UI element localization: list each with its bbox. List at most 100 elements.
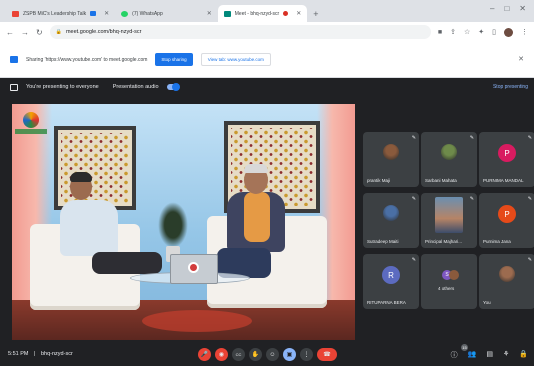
url-text: meet.google.com/bhq-nzyd-scr (65, 29, 142, 35)
meeting-control-bar: 5:51 PM | bhq-nzyd-scr 🎤 ◉ CC ✋ ☺ ▣ ⋮ ☎ 15 ⓘ 👥 … (0, 344, 534, 366)
participant-avatar: P (498, 205, 516, 223)
whatsapp-favicon-icon (121, 10, 129, 17)
participant-name: RITUPARNA BERA (367, 300, 406, 305)
close-window-button[interactable]: ✕ (519, 4, 526, 13)
meet-favicon-icon (223, 10, 231, 17)
close-tab-icon[interactable]: ✕ (296, 10, 301, 17)
youtube-favicon-icon (12, 10, 19, 17)
pin-icon[interactable]: ✎ (412, 135, 416, 141)
close-tab-icon[interactable]: ✕ (104, 10, 109, 17)
pin-icon[interactable]: ✎ (528, 257, 532, 263)
participant-photo (441, 144, 457, 160)
browser-actions: ■ ⇪ ☆ ✦ ▯ ⋮ (438, 27, 528, 37)
participant-tile[interactable]: ✎ Sarbani Mahata (421, 132, 477, 187)
recording-indicator-icon (283, 11, 289, 16)
raise-hand-icon[interactable]: ✋ (249, 348, 262, 361)
pin-icon[interactable]: ✎ (412, 196, 416, 202)
participant-name: PURNIMA MANDAL (483, 178, 524, 183)
camera-permission-icon[interactable]: ■ (438, 29, 442, 36)
present-icon[interactable]: ▣ (283, 348, 296, 361)
browser-menu-icon[interactable]: ⋮ (521, 28, 528, 36)
participant-photo (383, 205, 399, 221)
stop-presenting-button[interactable]: Stop presenting (493, 84, 528, 90)
participant-avatar: R (382, 266, 400, 284)
shared-screen-video (12, 104, 355, 340)
close-sharing-bar-icon[interactable]: ✕ (518, 55, 524, 63)
separator: | (34, 351, 36, 357)
new-tab-button[interactable]: + (313, 9, 318, 19)
sharing-message: Sharing 'https://www.youtube.com' to mee… (26, 56, 148, 63)
minimize-button[interactable]: – (490, 4, 494, 13)
participant-name: You (483, 300, 491, 305)
close-tab-icon[interactable]: ✕ (207, 10, 212, 17)
participant-name: 4 others (438, 286, 455, 291)
presenting-message: You're presenting to everyone (26, 84, 99, 90)
participant-photo (499, 266, 515, 282)
url-field[interactable]: 🔒 meet.google.com/bhq-nzyd-scr (49, 25, 431, 39)
participant-tile[interactable]: ✎ prantik Maji (363, 132, 419, 187)
maximize-button[interactable]: □ (504, 4, 509, 13)
participant-tile[interactable]: R ✎ RITUPARNA BERA (363, 254, 419, 309)
laptop-logo-icon (188, 262, 199, 273)
side-panel-icon[interactable]: ▯ (492, 28, 496, 36)
presentation-audio-label: Presentation audio (112, 84, 159, 90)
back-icon[interactable]: ← (6, 28, 14, 37)
host-controls-icon[interactable]: 🔒 (519, 350, 528, 360)
pin-icon[interactable]: ✎ (470, 196, 474, 202)
participant-name: Sutradeep Maiti (367, 239, 399, 244)
participant-photo (449, 270, 459, 280)
window-controls: – □ ✕ (490, 4, 526, 13)
extensions-icon[interactable]: ✦ (478, 28, 484, 36)
tab-sharing-bar: Sharing 'https://www.youtube.com' to mee… (0, 42, 534, 78)
side-panel-controls: ⓘ 👥 ▤ ⚘ 🔒 (451, 350, 528, 360)
participant-name: prantik Maji (367, 178, 391, 183)
participant-name: Purnima Jana (483, 239, 511, 244)
pin-icon[interactable]: ✎ (528, 135, 532, 141)
pin-icon[interactable]: ✎ (470, 135, 474, 141)
view-tab-button[interactable]: View tab: www.youtube.com (200, 53, 271, 66)
participant-tile[interactable]: ✎ Sutradeep Maiti (363, 193, 419, 248)
tab-label: Meet - bhq-nzyd-scr (234, 10, 280, 17)
participant-tile[interactable]: ✎ Principal Majhari... (421, 193, 477, 248)
emoji-icon[interactable]: ☺ (266, 348, 279, 361)
browser-tab[interactable]: ZSPB MiC's Leadership Talk ✕ (6, 5, 115, 22)
browser-tab[interactable]: (7) WhatsApp ✕ (115, 5, 218, 22)
pin-icon[interactable]: ✎ (412, 257, 416, 263)
tab-label: (7) WhatsApp (132, 10, 163, 17)
meeting-details-icon[interactable]: ⓘ (451, 350, 458, 360)
host-person (60, 200, 118, 256)
camera-off-icon[interactable]: ◉ (215, 348, 228, 361)
people-icon[interactable]: 👥 (468, 350, 477, 360)
meeting-code: bhq-nzyd-scr (40, 351, 73, 357)
forward-icon[interactable]: → (21, 28, 29, 37)
stop-sharing-button[interactable]: Stop sharing (155, 53, 193, 66)
mic-off-icon[interactable]: 🎤 (198, 348, 211, 361)
bookmark-star-icon[interactable]: ☆ (464, 28, 470, 36)
participant-tile[interactable]: P ✎ PURNIMA MANDAL (479, 132, 534, 187)
share-icon[interactable]: ⇪ (450, 28, 456, 36)
participant-name: Principal Majhari... (425, 239, 463, 244)
end-call-icon[interactable]: ☎ (317, 348, 337, 361)
presentation-audio-toggle[interactable] (166, 83, 180, 91)
participant-avatar: P (498, 144, 516, 162)
meeting-time: 5:51 PM (8, 351, 29, 357)
stage-rug (142, 310, 252, 332)
reload-icon[interactable]: ↻ (36, 28, 43, 37)
screen-share-icon (10, 56, 18, 63)
chat-icon[interactable]: ▤ (486, 350, 493, 360)
screen-share-indicator-icon (90, 11, 97, 16)
profile-avatar[interactable] (504, 27, 513, 37)
address-bar: ← → ↻ 🔒 meet.google.com/bhq-nzyd-scr ■ ⇪… (0, 22, 534, 42)
participant-tile[interactable]: P ✎ Purnima Jana (479, 193, 534, 248)
participant-tile[interactable]: S4 others (421, 254, 477, 309)
left-backdrop-screen (54, 126, 136, 210)
participant-video (435, 197, 463, 233)
participant-name: Sarbani Mahata (425, 178, 457, 183)
more-options-icon[interactable]: ⋮ (300, 348, 313, 361)
captions-icon[interactable]: CC (232, 348, 245, 361)
pin-icon[interactable]: ✎ (528, 196, 532, 202)
participant-tile[interactable]: ✎ You (479, 254, 534, 309)
activities-icon[interactable]: ⚘ (503, 350, 509, 360)
browser-tab-active[interactable]: Meet - bhq-nzyd-scr ✕ (217, 5, 308, 22)
browser-tab-bar: ZSPB MiC's Leadership Talk ✕ (7) WhatsAp… (0, 0, 534, 22)
